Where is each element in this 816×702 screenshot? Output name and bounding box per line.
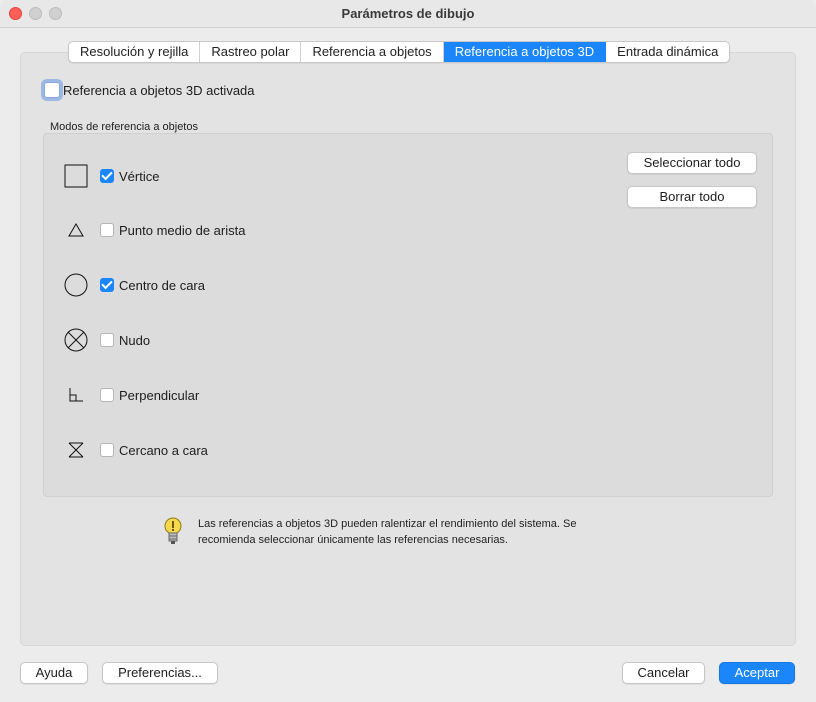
circle-x-icon (62, 326, 90, 354)
hint-text: Las referencias a objetos 3D pueden rale… (198, 518, 577, 546)
clear-all-button[interactable]: Borrar todo (627, 186, 757, 208)
enable-3d-osnap-label: Referencia a objetos 3D activada (63, 82, 255, 98)
mode-row-perpendicular: Perpendicular (62, 381, 199, 409)
mode-row-cercano-cara: Cercano a cara (62, 436, 208, 464)
tab-rastreo-polar[interactable]: Rastreo polar (200, 42, 302, 62)
perpendicular-label: Perpendicular (119, 387, 200, 403)
nudo-checkbox[interactable] (100, 333, 114, 347)
circle-icon (62, 271, 90, 299)
enable-3d-osnap-row[interactable]: Referencia a objetos 3D activada (44, 82, 255, 98)
preferences-button[interactable]: Preferencias... (102, 662, 218, 684)
window-title: Parámetros de dibujo (341, 6, 475, 21)
help-button[interactable]: Ayuda (20, 662, 88, 684)
square-icon (62, 162, 90, 190)
dialog-window: Parámetros de dibujo Resolución y rejill… (0, 0, 816, 702)
tab-referencia-objetos-3d[interactable]: Referencia a objetos 3D (443, 42, 607, 62)
performance-hint: Las referencias a objetos 3D pueden rale… (162, 516, 622, 548)
mode-row-centro-cara: Centro de cara (62, 271, 205, 299)
perpendicular-checkbox[interactable] (100, 388, 114, 402)
perpendicular-icon (62, 381, 90, 409)
hourglass-icon (62, 436, 90, 464)
punto-medio-checkbox[interactable] (100, 223, 114, 237)
cancel-button[interactable]: Cancelar (622, 662, 705, 684)
accept-button[interactable]: Aceptar (719, 662, 795, 684)
tab-referencia-objetos[interactable]: Referencia a objetos (301, 42, 444, 62)
mode-row-punto-medio: Punto medio de arista (62, 216, 245, 244)
nudo-label: Nudo (119, 332, 151, 348)
lightbulb-icon (162, 516, 184, 548)
vertice-label: Vértice (119, 168, 160, 184)
select-all-button[interactable]: Seleccionar todo (627, 152, 757, 174)
punto-medio-label: Punto medio de arista (119, 222, 246, 238)
title-bar: Parámetros de dibujo (0, 0, 816, 28)
vertice-checkbox[interactable] (100, 169, 114, 183)
enable-3d-osnap-checkbox[interactable] (44, 82, 60, 98)
triangle-icon (62, 216, 90, 244)
tab-bar: Resolución y rejilla Rastreo polar Refer… (68, 41, 731, 63)
group-title: Modos de referencia a objetos (50, 121, 198, 133)
mode-row-nudo: Nudo (62, 326, 150, 354)
tab-resolucion-rejilla[interactable]: Resolución y rejilla (69, 42, 201, 62)
centro-cara-checkbox[interactable] (100, 278, 114, 292)
mode-row-vertice: Vértice (62, 162, 159, 190)
centro-cara-label: Centro de cara (119, 277, 205, 293)
cercano-cara-label: Cercano a cara (119, 442, 208, 458)
cercano-cara-checkbox[interactable] (100, 443, 114, 457)
tab-entrada-dinamica[interactable]: Entrada dinámica (606, 42, 729, 62)
